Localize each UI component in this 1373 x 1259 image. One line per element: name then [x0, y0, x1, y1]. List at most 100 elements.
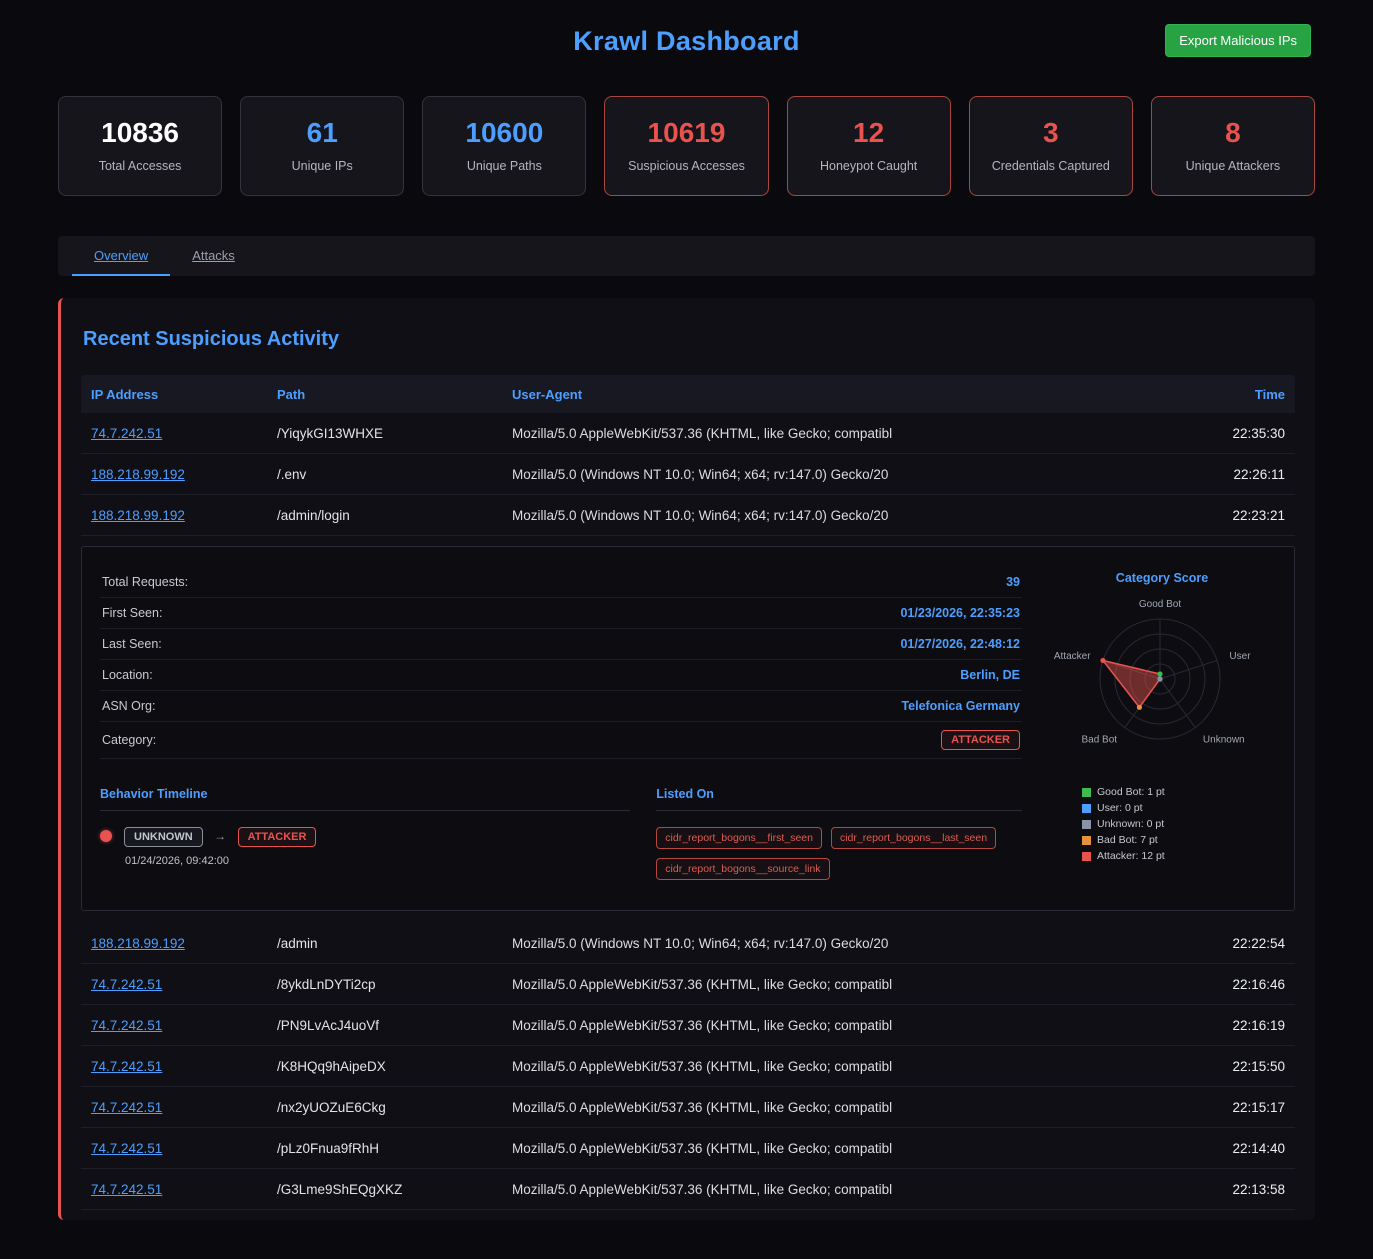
stat-card-suspicious-accesses: 10619 Suspicious Accesses — [604, 96, 768, 196]
legend-label: Unknown: 0 pt — [1097, 818, 1164, 830]
column-header-user-agent: User-Agent — [512, 387, 1170, 402]
table-row[interactable]: 74.7.242.51 /pLz0Fnua9fRhH Mozilla/5.0 A… — [81, 1128, 1295, 1169]
behavior-timeline-section: Behavior Timeline UNKNOWN → ATTACKER — [100, 787, 630, 880]
stat-card-unique-ips: 61 Unique IPs — [240, 96, 404, 196]
detail-value: 01/23/2026, 22:35:23 — [900, 606, 1020, 620]
ip-link[interactable]: 74.7.242.51 — [91, 977, 162, 992]
stat-card-unique-attackers: 8 Unique Attackers — [1151, 96, 1315, 196]
time-cell: 22:16:46 — [1170, 977, 1285, 992]
legend-swatch-icon — [1082, 836, 1091, 845]
stat-label: Unique Attackers — [1158, 159, 1308, 173]
radar-chart-title: Category Score — [1048, 571, 1276, 585]
export-malicious-ips-button[interactable]: Export Malicious IPs — [1165, 24, 1311, 57]
column-header-path: Path — [277, 387, 512, 402]
path-cell: /pLz0Fnua9fRhH — [277, 1141, 512, 1156]
detail-value: Berlin, DE — [960, 668, 1020, 682]
time-cell: 22:26:11 — [1170, 467, 1285, 482]
tab-attacks[interactable]: Attacks — [170, 236, 257, 276]
path-cell: /PN9LvAcJ4uoVf — [277, 1018, 512, 1033]
timeline-content: UNKNOWN → ATTACKER 01/24/2026, 09:42:00 — [124, 827, 316, 867]
user-agent-cell: Mozilla/5.0 (Windows NT 10.0; Win64; x64… — [512, 467, 1170, 482]
path-cell: /K8HQq9hAipeDX — [277, 1059, 512, 1074]
ip-link[interactable]: 74.7.242.51 — [91, 1018, 162, 1033]
detail-row-total-requests: Total Requests: 39 — [100, 567, 1022, 598]
legend-label: Good Bot: 1 pt — [1097, 786, 1165, 798]
svg-text:Bad Bot: Bad Bot — [1081, 735, 1117, 746]
listed-on-section: Listed On cidr_report_bogons__first_seen… — [656, 787, 1022, 880]
timeline-transition: UNKNOWN → ATTACKER — [124, 827, 316, 847]
column-header-time: Time — [1170, 387, 1285, 402]
arrow-right-icon: → — [214, 829, 226, 843]
ip-link[interactable]: 74.7.242.51 — [91, 1141, 162, 1156]
stat-label: Credentials Captured — [976, 159, 1126, 173]
time-cell: 22:15:50 — [1170, 1059, 1285, 1074]
stat-value: 8 — [1158, 117, 1308, 149]
blocklist-badge[interactable]: cidr_report_bogons__last_seen — [831, 827, 996, 849]
ip-link[interactable]: 74.7.242.51 — [91, 1059, 162, 1074]
user-agent-cell: Mozilla/5.0 AppleWebKit/537.36 (KHTML, l… — [512, 1141, 1170, 1156]
detail-row-last-seen: Last Seen: 01/27/2026, 22:48:12 — [100, 629, 1022, 660]
detail-label: Last Seen: — [102, 637, 162, 651]
stat-value: 12 — [794, 117, 944, 149]
blocklist-badge[interactable]: cidr_report_bogons__first_seen — [656, 827, 822, 849]
svg-text:Attacker: Attacker — [1054, 651, 1091, 662]
detail-sub-columns: Behavior Timeline UNKNOWN → ATTACKER — [100, 787, 1022, 880]
ip-link[interactable]: 74.7.242.51 — [91, 1100, 162, 1115]
tab-overview[interactable]: Overview — [72, 236, 170, 276]
table-row[interactable]: 74.7.242.51 /nx2yUOZuE6Ckg Mozilla/5.0 A… — [81, 1087, 1295, 1128]
category-badge: ATTACKER — [941, 730, 1020, 750]
ip-link[interactable]: 74.7.242.51 — [91, 426, 162, 441]
blocklist-badge[interactable]: cidr_report_bogons__source_link — [656, 858, 829, 880]
suspicious-activity-table: IP Address Path User-Agent Time 74.7.242… — [81, 375, 1295, 1210]
radar-legend-item: User: 0 pt — [1082, 802, 1276, 814]
user-agent-cell: Mozilla/5.0 (Windows NT 10.0; Win64; x64… — [512, 936, 1170, 951]
path-cell: /.env — [277, 467, 512, 482]
stat-value: 10836 — [65, 117, 215, 149]
behavior-timeline-heading: Behavior Timeline — [100, 787, 630, 811]
time-cell: 22:23:21 — [1170, 508, 1285, 523]
stat-card-unique-paths: 10600 Unique Paths — [422, 96, 586, 196]
stat-label: Unique Paths — [429, 159, 579, 173]
stat-value: 10600 — [429, 117, 579, 149]
timeline-timestamp: 01/24/2026, 09:42:00 — [125, 855, 316, 867]
topbar: Krawl Dashboard Export Malicious IPs — [58, 0, 1315, 76]
detail-row-category: Category: ATTACKER — [100, 722, 1022, 759]
time-cell: 22:22:54 — [1170, 936, 1285, 951]
ip-link[interactable]: 74.7.242.51 — [91, 1182, 162, 1197]
table-row[interactable]: 188.218.99.192 /admin/login Mozilla/5.0 … — [81, 495, 1295, 536]
path-cell: /YiqykGI13WHXE — [277, 426, 512, 441]
page-title: Krawl Dashboard — [58, 0, 1315, 57]
table-row[interactable]: 74.7.242.51 /PN9LvAcJ4uoVf Mozilla/5.0 A… — [81, 1005, 1295, 1046]
table-row[interactable]: 188.218.99.192 /.env Mozilla/5.0 (Window… — [81, 454, 1295, 495]
ip-detail-info: Total Requests: 39 First Seen: 01/23/202… — [100, 567, 1022, 880]
stat-value: 61 — [247, 117, 397, 149]
ip-link[interactable]: 188.218.99.192 — [91, 508, 185, 523]
stat-value: 10619 — [611, 117, 761, 149]
radar-legend-item: Unknown: 0 pt — [1082, 818, 1276, 830]
table-row[interactable]: 74.7.242.51 /K8HQq9hAipeDX Mozilla/5.0 A… — [81, 1046, 1295, 1087]
path-cell: /admin/login — [277, 508, 512, 523]
user-agent-cell: Mozilla/5.0 AppleWebKit/537.36 (KHTML, l… — [512, 1100, 1170, 1115]
timeline-from-badge: UNKNOWN — [124, 827, 203, 847]
table-row[interactable]: 74.7.242.51 /8ykdLnDYTi2cp Mozilla/5.0 A… — [81, 964, 1295, 1005]
time-cell: 22:35:30 — [1170, 426, 1285, 441]
user-agent-cell: Mozilla/5.0 AppleWebKit/537.36 (KHTML, l… — [512, 1018, 1170, 1033]
path-cell: /G3Lme9ShEQgXKZ — [277, 1182, 512, 1197]
column-header-ip: IP Address — [91, 387, 277, 402]
detail-value: 01/27/2026, 22:48:12 — [900, 637, 1020, 651]
radar-legend-item: Good Bot: 1 pt — [1082, 786, 1276, 798]
legend-swatch-icon — [1082, 788, 1091, 797]
detail-label: Location: — [102, 668, 153, 682]
ip-link[interactable]: 188.218.99.192 — [91, 467, 185, 482]
ip-detail-panel: Total Requests: 39 First Seen: 01/23/202… — [81, 546, 1295, 911]
detail-row-asn-org: ASN Org: Telefonica Germany — [100, 691, 1022, 722]
listed-on-heading: Listed On — [656, 787, 1022, 811]
user-agent-cell: Mozilla/5.0 AppleWebKit/537.36 (KHTML, l… — [512, 1059, 1170, 1074]
time-cell: 22:14:40 — [1170, 1141, 1285, 1156]
table-row[interactable]: 74.7.242.51 /G3Lme9ShEQgXKZ Mozilla/5.0 … — [81, 1169, 1295, 1210]
ip-link[interactable]: 188.218.99.192 — [91, 936, 185, 951]
table-row[interactable]: 188.218.99.192 /admin Mozilla/5.0 (Windo… — [81, 923, 1295, 964]
table-row[interactable]: 74.7.242.51 /YiqykGI13WHXE Mozilla/5.0 A… — [81, 413, 1295, 454]
stat-card-honeypot-caught: 12 Honeypot Caught — [787, 96, 951, 196]
stat-label: Unique IPs — [247, 159, 397, 173]
